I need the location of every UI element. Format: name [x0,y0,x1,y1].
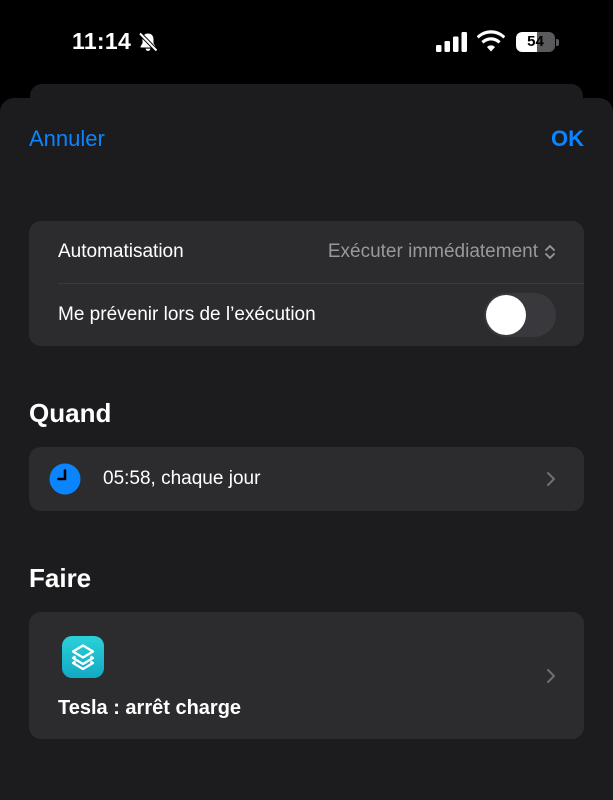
chevron-right-icon [547,668,555,683]
do-section-title: Faire [29,563,92,593]
bell-slash-icon [138,32,158,52]
automation-sheet: Annuler OK Automatisation Exécuter imméd… [0,98,613,800]
status-time: 11:14 [72,28,132,54]
automation-row[interactable]: Automatisation Exécuter immédiatement [29,221,584,284]
ok-button[interactable]: OK [551,126,584,152]
automation-mode-picker[interactable]: Exécuter immédiatement [328,241,556,263]
cellular-signal-icon [436,32,467,52]
status-bar: 11:14 54 [0,0,613,84]
automation-label: Automatisation [58,241,184,262]
chevron-up-down-icon [545,245,555,259]
action-row[interactable]: Tesla : arrêt charge [29,612,584,739]
settings-card: Automatisation Exécuter immédiatement Me… [29,221,584,346]
notify-row: Me prévenir lors de l’exécution [29,284,584,346]
wifi-icon [477,30,505,52]
notify-label: Me prévenir lors de l’exécution [58,304,316,325]
when-section-title: Quand [29,398,112,428]
automation-mode-value: Exécuter immédiatement [327,241,538,262]
battery-icon: 54 [516,32,560,52]
clock-icon [49,463,81,495]
trigger-row[interactable]: 05:58, chaque jour [29,447,584,511]
trigger-label: 05:58, chaque jour [103,468,261,489]
battery-level: 54 [527,33,544,50]
action-label: Tesla : arrêt charge [58,697,242,719]
shortcuts-app-icon [62,636,104,678]
cancel-button[interactable]: Annuler [29,126,105,152]
toggle-knob [486,295,526,335]
chevron-right-icon [547,472,555,486]
notify-toggle[interactable] [484,293,556,337]
